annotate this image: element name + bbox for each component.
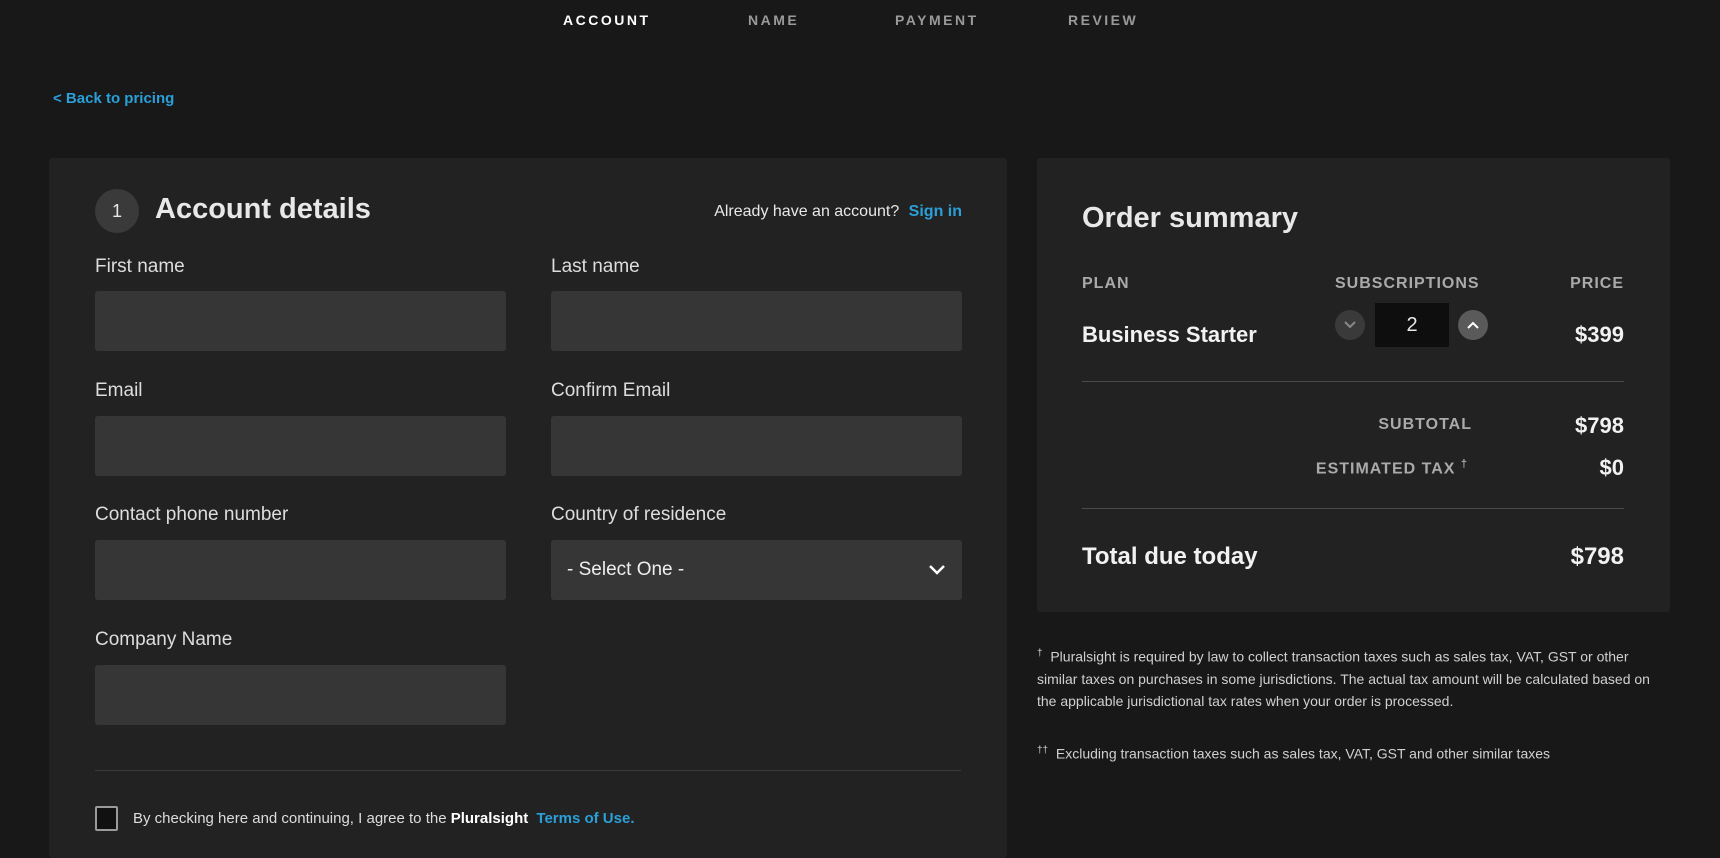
divider <box>95 770 961 771</box>
phone-label: Contact phone number <box>95 504 289 525</box>
sign-in-link[interactable]: Sign in <box>909 203 962 220</box>
footnote-text: Excluding transaction taxes such as sale… <box>1055 745 1551 762</box>
email-input[interactable] <box>95 416 506 476</box>
back-to-pricing-link[interactable]: < Back to pricing <box>53 90 174 107</box>
terms-brand: Pluralsight <box>450 810 529 827</box>
plan-name: Business Starter <box>1082 322 1257 347</box>
chevron-up-icon <box>1467 321 1479 329</box>
first-name-label: First name <box>95 256 185 277</box>
step-name: NAME <box>748 12 800 28</box>
chevron-down-icon <box>1344 321 1356 329</box>
plan-header: PLAN <box>1082 275 1130 292</box>
first-name-input[interactable] <box>95 291 506 351</box>
price-header: PRICE <box>1570 275 1624 292</box>
country-select-value: - Select One - <box>567 559 685 580</box>
subtotal-value: $798 <box>1575 413 1624 438</box>
total-value: $798 <box>1570 543 1624 570</box>
tax-footnote-mark: † <box>1460 458 1468 470</box>
subscriptions-header: SUBSCRIPTIONS <box>1335 275 1480 292</box>
confirm-email-label: Confirm Email <box>551 380 671 401</box>
footnote-mark: † <box>1037 648 1043 659</box>
last-name-input[interactable] <box>551 291 962 351</box>
phone-input[interactable] <box>95 540 506 600</box>
tax-footnote: † Pluralsight is required by law to coll… <box>1037 643 1657 712</box>
plan-price: $399 <box>1575 322 1624 347</box>
company-label: Company Name <box>95 629 233 650</box>
step-payment: PAYMENT <box>895 12 979 28</box>
company-input[interactable] <box>95 665 506 725</box>
chevron-down-icon <box>929 565 945 575</box>
footnote-mark: †† <box>1037 745 1049 756</box>
account-details-panel: 1 Account details Already have an accoun… <box>49 158 1007 858</box>
decrease-quantity-button[interactable] <box>1335 310 1365 340</box>
estimated-tax-label: ESTIMATED TAX † <box>1315 458 1468 478</box>
confirm-email-input[interactable] <box>551 416 962 476</box>
order-summary-title: Order summary <box>1082 202 1298 234</box>
estimated-tax-value: $0 <box>1599 455 1624 480</box>
tax-exclusion-footnote: †† Excluding transaction taxes such as s… <box>1037 740 1657 765</box>
email-label: Email <box>95 380 143 401</box>
country-select[interactable]: - Select One - <box>551 540 962 600</box>
country-label: Country of residence <box>551 504 727 525</box>
step-account: ACCOUNT <box>563 12 651 28</box>
increase-quantity-button[interactable] <box>1458 310 1488 340</box>
page-title: Account details <box>155 193 371 225</box>
last-name-label: Last name <box>551 256 640 277</box>
already-account-text: Already have an account? <box>714 203 900 220</box>
total-label: Total due today <box>1082 543 1258 570</box>
subtotal-label: SUBTOTAL <box>1378 416 1472 433</box>
quantity-input[interactable]: 2 <box>1375 303 1449 347</box>
step-number-badge: 1 <box>95 189 139 233</box>
terms-checkbox[interactable] <box>95 806 118 831</box>
footnote-text: Pluralsight is required by law to collec… <box>1037 648 1650 709</box>
order-summary-panel: Order summary PLAN SUBSCRIPTIONS PRICE B… <box>1037 158 1670 612</box>
terms-text: By checking here and continuing, I agree… <box>133 810 447 827</box>
divider <box>1082 381 1624 382</box>
step-review: REVIEW <box>1068 12 1139 28</box>
terms-of-use-link[interactable]: Terms of Use. <box>536 810 634 827</box>
divider <box>1082 508 1624 509</box>
